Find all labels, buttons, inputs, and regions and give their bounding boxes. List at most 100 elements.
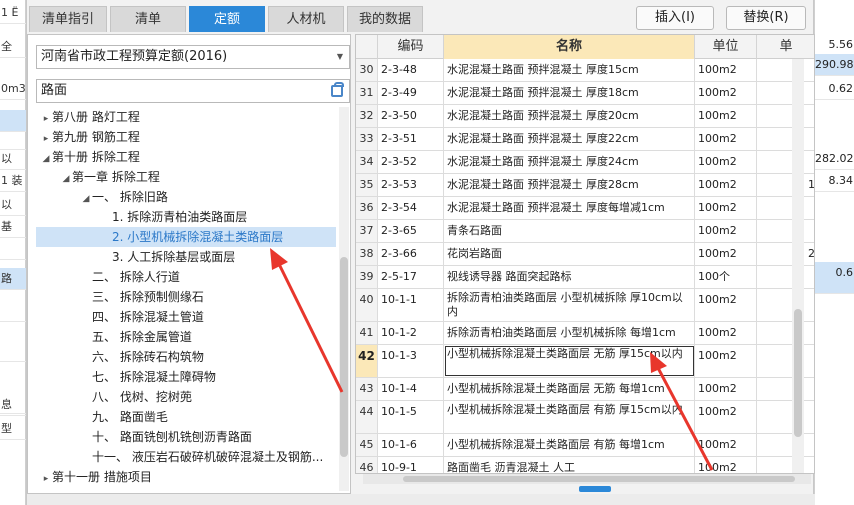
chevron-right-icon[interactable]: ▸ — [40, 469, 52, 489]
tree-node[interactable]: 六、 拆除砖石构筑物 — [36, 347, 336, 367]
grid-cell-code[interactable]: 10-1-1 — [378, 289, 444, 321]
grid-cell-code[interactable]: 2-5-17 — [378, 266, 444, 288]
grid-cell-unit[interactable]: 100个 — [695, 266, 757, 288]
tree-node[interactable]: 七、 拆除混凝土障碍物 — [36, 367, 336, 387]
grid-cell-rownum[interactable]: 44 — [356, 401, 378, 433]
grid-cell-code[interactable]: 2-3-49 — [378, 82, 444, 104]
table-row[interactable]: 34 2-3-52 水泥混凝土路面 预拌混凝土 厚度24cm 100m2 — [356, 151, 814, 174]
table-row[interactable]: 43 10-1-4 小型机械拆除混凝土类路面层 无筋 每增1cm 100m2 — [356, 378, 814, 401]
chevron-right-icon[interactable]: ▸ — [40, 109, 52, 129]
grid-cell-price[interactable] — [757, 59, 814, 81]
grid-cell-name[interactable]: 小型机械拆除混凝土类路面层 无筋 厚15cm以内 — [444, 345, 695, 377]
table-row[interactable]: 30 2-3-48 水泥混凝土路面 预拌混凝土 厚度15cm 100m2 — [356, 59, 814, 82]
grid-cell-unit[interactable]: 100m2 — [695, 289, 757, 321]
grid-cell-price[interactable] — [757, 82, 814, 104]
tree-node[interactable]: ◢ 第一章 拆除工程 — [36, 167, 336, 187]
grid-cell-rownum[interactable]: 31 — [356, 82, 378, 104]
grid-cell-unit[interactable]: 100m2 — [695, 345, 757, 377]
grid-cell-code[interactable]: 10-1-2 — [378, 322, 444, 344]
tree-node[interactable]: 四、 拆除混凝土管道 — [36, 307, 336, 327]
table-row[interactable]: 45 10-1-6 小型机械拆除混凝土类路面层 有筋 每增1cm 100m2 — [356, 434, 814, 457]
grid-cell-price[interactable] — [757, 151, 814, 173]
tree-node[interactable]: 十、 路面铣刨机铣刨沥青路面 — [36, 427, 336, 447]
grid-cell-price[interactable] — [757, 434, 814, 456]
grid-cell-unit[interactable]: 100m2 — [695, 322, 757, 344]
grid-cell-code[interactable]: 10-9-1 — [378, 457, 444, 473]
grid-cell-rownum[interactable]: 32 — [356, 105, 378, 127]
grid-horizontal-scrollbar[interactable] — [363, 474, 811, 484]
table-row[interactable]: 40 10-1-1 拆除沥青柏油类路面层 小型机械拆除 厚10cm以内 100m2 — [356, 289, 814, 322]
table-row[interactable]: 41 10-1-2 拆除沥青柏油类路面层 小型机械拆除 每增1cm 100m2 — [356, 322, 814, 345]
grid-cell-price[interactable] — [757, 457, 814, 473]
grid-cell-code[interactable]: 2-3-48 — [378, 59, 444, 81]
tree-node[interactable]: ◢ 第十册 拆除工程 — [36, 147, 336, 167]
grid-cell-name[interactable]: 水泥混凝土路面 预拌混凝土 厚度每增减1cm — [444, 197, 695, 219]
table-row[interactable]: 36 2-3-54 水泥混凝土路面 预拌混凝土 厚度每增减1cm 100m2 — [356, 197, 814, 220]
grid-cell-price[interactable]: 1 — [757, 174, 814, 196]
grid-cell-rownum[interactable]: 37 — [356, 220, 378, 242]
grid-scrollbar[interactable] — [792, 59, 804, 473]
tree-node[interactable]: 八、 伐树、挖树蔸 — [36, 387, 336, 407]
grid-cell-name[interactable]: 花岗岩路面 — [444, 243, 695, 265]
grid-cell-name[interactable]: 拆除沥青柏油类路面层 小型机械拆除 每增1cm — [444, 322, 695, 344]
table-row[interactable]: 33 2-3-51 水泥混凝土路面 预拌混凝土 厚度22cm 100m2 — [356, 128, 814, 151]
grid-cell-unit[interactable]: 100m2 — [695, 243, 757, 265]
chevron-expanded-icon[interactable]: ◢ — [80, 189, 92, 209]
tree-node[interactable]: 二、 拆除人行道 — [36, 267, 336, 287]
table-row[interactable]: 42 10-1-3 小型机械拆除混凝土类路面层 无筋 厚15cm以内 100m2 — [356, 345, 814, 378]
grid-cell-price[interactable] — [757, 128, 814, 150]
tree-node[interactable]: 2. 小型机械拆除混凝土类路面层 — [36, 227, 336, 247]
table-row[interactable]: 32 2-3-50 水泥混凝土路面 预拌混凝土 厚度20cm 100m2 — [356, 105, 814, 128]
expand-panel-handle[interactable] — [579, 486, 611, 492]
grid-cell-code[interactable]: 2-3-54 — [378, 197, 444, 219]
grid-cell-unit[interactable]: 100m2 — [695, 378, 757, 400]
tree-node[interactable]: 三、 拆除预制侧缘石 — [36, 287, 336, 307]
table-row[interactable]: 39 2-5-17 视线诱导器 路面突起路标 100个 — [356, 266, 814, 289]
grid-cell-unit[interactable]: 100m2 — [695, 105, 757, 127]
grid-header-unit[interactable]: 单位 — [695, 35, 757, 59]
tab-labor-material-machine[interactable]: 人材机 — [268, 6, 344, 32]
grid-cell-unit[interactable]: 100m2 — [695, 128, 757, 150]
replace-button[interactable]: 替换(R) — [726, 6, 806, 30]
grid-cell-rownum[interactable]: 35 — [356, 174, 378, 196]
grid-cell-code[interactable]: 2-3-65 — [378, 220, 444, 242]
grid-cell-name[interactable]: 水泥混凝土路面 预拌混凝土 厚度28cm — [444, 174, 695, 196]
grid-cell-name[interactable]: 青条石路面 — [444, 220, 695, 242]
grid-cell-rownum[interactable]: 34 — [356, 151, 378, 173]
chevron-expanded-icon[interactable]: ◢ — [60, 169, 72, 189]
grid-cell-rownum[interactable]: 30 — [356, 59, 378, 81]
grid-cell-name[interactable]: 水泥混凝土路面 预拌混凝土 厚度22cm — [444, 128, 695, 150]
quota-library-select[interactable]: 河南省市政工程预算定额(2016) ▼ — [36, 45, 350, 69]
chevron-expanded-icon[interactable]: ◢ — [40, 149, 52, 169]
grid-cell-unit[interactable]: 100m2 — [695, 174, 757, 196]
table-row[interactable]: 35 2-3-53 水泥混凝土路面 预拌混凝土 厚度28cm 100m2 1 — [356, 174, 814, 197]
grid-cell-code[interactable]: 2-3-66 — [378, 243, 444, 265]
grid-cell-rownum[interactable]: 38 — [356, 243, 378, 265]
grid-cell-unit[interactable]: 100m2 — [695, 151, 757, 173]
grid-cell-price[interactable] — [757, 105, 814, 127]
grid-cell-unit[interactable]: 100m2 — [695, 457, 757, 473]
grid-cell-rownum[interactable]: 33 — [356, 128, 378, 150]
tree-node[interactable]: 五、 拆除金属管道 — [36, 327, 336, 347]
grid-cell-name[interactable]: 视线诱导器 路面突起路标 — [444, 266, 695, 288]
grid-cell-name[interactable]: 路面凿毛 沥青混凝土 人工 — [444, 457, 695, 473]
chevron-down-icon[interactable]: ▼ — [337, 46, 343, 68]
grid-cell-name[interactable]: 水泥混凝土路面 预拌混凝土 厚度24cm — [444, 151, 695, 173]
chevron-right-icon[interactable]: ▸ — [40, 129, 52, 149]
grid-cell-rownum[interactable]: 42 — [356, 345, 378, 377]
grid-cell-code[interactable]: 10-1-6 — [378, 434, 444, 456]
grid-cell-rownum[interactable]: 41 — [356, 322, 378, 344]
grid-cell-code[interactable]: 10-1-4 — [378, 378, 444, 400]
grid-cell-name[interactable]: 水泥混凝土路面 预拌混凝土 厚度18cm — [444, 82, 695, 104]
tree-node[interactable]: 九、 路面凿毛 — [36, 407, 336, 427]
table-row[interactable]: 46 10-9-1 路面凿毛 沥青混凝土 人工 100m2 — [356, 457, 814, 473]
tree-node[interactable]: 1. 拆除沥青柏油类路面层 — [36, 207, 336, 227]
grid-cell-unit[interactable]: 100m2 — [695, 197, 757, 219]
table-row[interactable]: 37 2-3-65 青条石路面 100m2 — [356, 220, 814, 243]
tree-node[interactable]: ▸ 第十一册 措施项目 — [36, 467, 336, 487]
tree-node[interactable]: 3. 人工拆除基层或面层 — [36, 247, 336, 267]
insert-button[interactable]: 插入(I) — [636, 6, 714, 30]
grid-cell-price[interactable]: 2 — [757, 243, 814, 265]
grid-cell-code[interactable]: 10-1-5 — [378, 401, 444, 433]
tree-scrollbar-thumb[interactable] — [340, 257, 348, 457]
